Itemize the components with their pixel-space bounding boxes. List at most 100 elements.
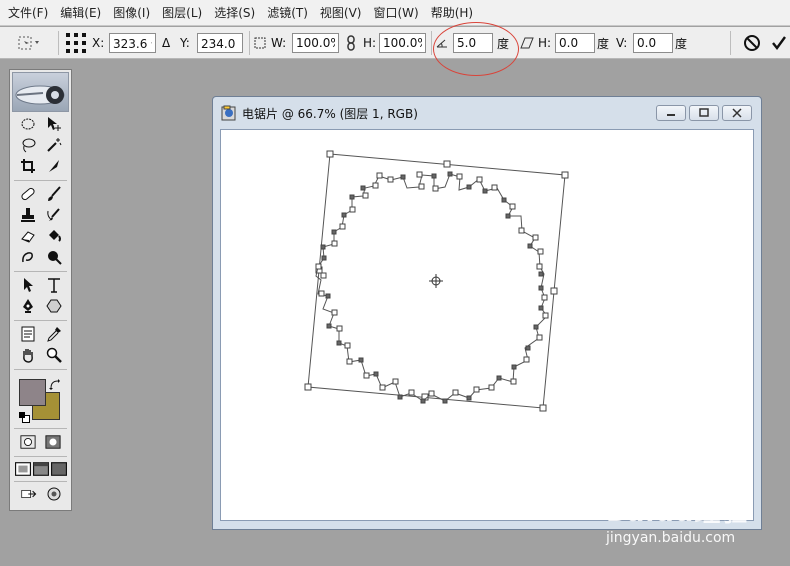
menu-layer[interactable]: 图层(L) xyxy=(156,0,208,26)
brush-tool[interactable] xyxy=(43,184,65,204)
transform-bounding-box[interactable] xyxy=(221,130,755,522)
minimize-button[interactable] xyxy=(656,105,686,121)
paint-bucket-tool[interactable] xyxy=(43,226,65,246)
zoom-tool[interactable] xyxy=(43,345,65,365)
x-position-input[interactable] xyxy=(109,33,156,53)
crop-tool[interactable] xyxy=(17,156,39,176)
y-position-input[interactable] xyxy=(197,33,243,53)
eyedropper-tool[interactable] xyxy=(43,324,65,344)
imageready-eye-icon xyxy=(47,487,61,501)
document-icon xyxy=(221,105,236,121)
options-bar: X: Δ Y: W: H: xyxy=(0,27,790,59)
close-button[interactable] xyxy=(722,105,752,121)
move-tool[interactable] xyxy=(43,114,65,134)
quick-mask-icon xyxy=(45,435,61,449)
default-colors-icon[interactable] xyxy=(19,412,30,423)
bandage-icon xyxy=(21,187,35,201)
dodge-tool[interactable] xyxy=(43,247,65,267)
type-icon xyxy=(48,278,60,293)
toolbox-header-logo[interactable] xyxy=(12,72,69,112)
paint-bucket-icon xyxy=(49,230,61,242)
reference-point-locator[interactable] xyxy=(66,27,86,59)
imageready-eye-button[interactable] xyxy=(43,484,65,504)
image-canvas[interactable] xyxy=(220,129,754,521)
minimize-icon xyxy=(667,114,675,116)
document-window: 电锯片 @ 66.7% (图层 1, RGB) xyxy=(212,96,762,530)
rectangular-marquee-tool[interactable] xyxy=(17,114,39,134)
saw-anchor-points xyxy=(315,171,549,404)
width-scale-icon xyxy=(254,37,266,49)
tool-preset-picker[interactable] xyxy=(16,27,42,59)
notes-tool[interactable] xyxy=(17,324,39,344)
hand-icon xyxy=(23,349,33,363)
eyedropper-icon xyxy=(47,327,61,342)
history-brush-tool[interactable] xyxy=(43,205,65,225)
standard-mode-button[interactable] xyxy=(16,432,40,452)
menu-bar: 文件(F) 编辑(E) 图像(I) 图层(L) 选择(S) 滤镜(T) 视图(V… xyxy=(0,0,790,26)
blur-tool[interactable] xyxy=(17,247,39,267)
watermark-logo: Baidu经验 xyxy=(606,498,749,528)
x-label: X: xyxy=(92,36,105,50)
link-icon[interactable] xyxy=(345,35,357,51)
slice-icon xyxy=(49,160,59,172)
menu-view[interactable]: 视图(V) xyxy=(314,0,368,26)
full-screen-mode[interactable] xyxy=(50,459,68,479)
dodge-icon xyxy=(48,251,62,265)
w-label: W: xyxy=(271,36,287,50)
baidu-watermark: Baidu经验 jingyan.baidu.com xyxy=(606,492,756,552)
healing-brush-tool[interactable] xyxy=(17,184,39,204)
jump-to-imageready-button[interactable] xyxy=(16,484,42,504)
eraser-tool[interactable] xyxy=(17,226,39,246)
y-label: Y: xyxy=(180,36,190,50)
custom-shape-tool[interactable] xyxy=(43,296,65,316)
cancel-transform-icon[interactable] xyxy=(743,34,761,52)
crop-icon xyxy=(21,159,35,173)
lasso-icon xyxy=(22,138,36,153)
width-input[interactable] xyxy=(292,33,339,53)
maximize-icon xyxy=(699,108,709,117)
transform-tool-icon xyxy=(18,36,39,50)
window-controls xyxy=(656,105,752,121)
relative-position-icon[interactable]: Δ xyxy=(162,36,170,50)
reference-point-icon xyxy=(66,33,86,53)
eraser-icon xyxy=(21,231,35,243)
commit-transform-icon[interactable] xyxy=(771,35,787,51)
menu-window[interactable]: 窗口(W) xyxy=(367,0,424,26)
maximize-button[interactable] xyxy=(689,105,719,121)
annotation-oval xyxy=(433,22,519,76)
menu-image[interactable]: 图像(I) xyxy=(107,0,156,26)
quick-mask-button[interactable] xyxy=(41,432,65,452)
hand-tool[interactable] xyxy=(17,345,39,365)
menu-file[interactable]: 文件(F) xyxy=(2,0,54,26)
skew-vertical-input[interactable] xyxy=(633,33,673,53)
full-screen-menu-mode[interactable] xyxy=(32,459,50,479)
height-input[interactable] xyxy=(379,33,426,53)
path-selection-tool[interactable] xyxy=(17,275,39,295)
pen-tool[interactable] xyxy=(17,296,39,316)
slice-tool[interactable] xyxy=(43,156,65,176)
standard-screen-icon xyxy=(15,462,31,476)
skew-v-unit-label: 度 xyxy=(675,36,688,51)
full-screen-icon xyxy=(51,462,67,476)
standard-mode-icon xyxy=(20,435,36,449)
path-selection-icon xyxy=(24,278,33,292)
type-tool[interactable] xyxy=(43,275,65,295)
document-titlebar[interactable]: 电锯片 @ 66.7% (图层 1, RGB) xyxy=(221,100,418,126)
menu-edit[interactable]: 编辑(E) xyxy=(54,0,107,26)
menu-select[interactable]: 选择(S) xyxy=(208,0,261,26)
close-icon xyxy=(732,108,742,118)
skew-icon xyxy=(520,37,534,49)
lasso-tool[interactable] xyxy=(17,135,39,155)
skew-h-label: H: xyxy=(538,36,552,50)
magic-wand-icon xyxy=(47,138,62,152)
menu-filter[interactable]: 滤镜(T) xyxy=(261,0,314,26)
clone-stamp-tool[interactable] xyxy=(17,205,39,225)
zoom-icon xyxy=(46,347,62,363)
magic-wand-tool[interactable] xyxy=(43,135,65,155)
brush-icon xyxy=(48,186,61,201)
standard-screen-mode[interactable] xyxy=(14,459,32,479)
swap-colors-icon[interactable] xyxy=(49,379,61,394)
foreground-color-swatch[interactable] xyxy=(19,379,46,406)
skew-horizontal-input[interactable] xyxy=(555,33,595,53)
rotation-center-point[interactable] xyxy=(429,274,443,288)
